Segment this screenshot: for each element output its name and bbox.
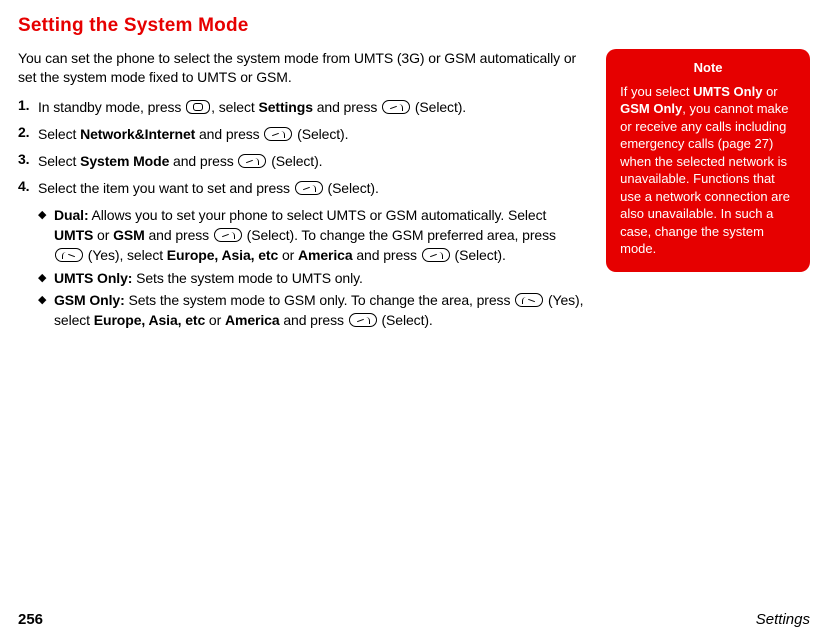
bold-text: Europe, Asia, etc [167,247,278,263]
text: If you select [620,84,693,99]
text: Sets the system mode to UMTS only. [132,270,362,286]
text: and press [353,247,421,263]
page-number: 256 [18,611,43,628]
bullet-gsm-only: ◆ GSM Only: Sets the system mode to GSM … [38,290,584,331]
bold-text: UMTS Only [693,84,762,99]
text: In standby mode, press [38,99,185,115]
step-number: 4. [18,178,38,194]
bold-text: Europe, Asia, etc [94,312,205,328]
bold-text: America [225,312,280,328]
text: Select [38,153,80,169]
step-number: 2. [18,124,38,140]
text: Allows you to set your phone to select U… [89,207,547,223]
step-text: In standby mode, press , select Settings… [38,97,466,118]
step-4: 4. Select the item you want to set and p… [18,178,584,199]
bold-text: UMTS Only: [54,270,132,286]
text: (Select). [451,247,506,263]
step-text: Select System Mode and press (Select). [38,151,322,172]
bullet-umts-only: ◆ UMTS Only: Sets the system mode to UMT… [38,268,584,288]
text: (Select). To change the GSM preferred ar… [243,227,556,243]
bold-text: Settings [258,99,312,115]
text: Select the item you want to set and pres… [38,180,294,196]
text: (Select). [293,126,348,142]
bullet-list: ◆ Dual: Allows you to set your phone to … [38,205,584,331]
bold-text: Network&Internet [80,126,195,142]
text: and press [313,99,381,115]
bold-text: UMTS [54,227,93,243]
text: or [93,227,113,243]
left-softkey-icon [264,127,292,141]
left-softkey-icon [238,154,266,168]
text: (Select). [324,180,379,196]
step-3: 3. Select System Mode and press (Select)… [18,151,584,172]
right-softkey-icon [515,293,543,307]
bullet-text: Dual: Allows you to set your phone to se… [54,205,584,266]
bold-text: GSM [113,227,145,243]
intro-text: You can set the phone to select the syst… [18,49,578,87]
text: or [205,312,225,328]
sidebar: Note If you select UMTS Only or GSM Only… [606,49,810,333]
text: and press [280,312,348,328]
bullet-text: UMTS Only: Sets the system mode to UMTS … [54,268,363,288]
step-number: 3. [18,151,38,167]
step-1: 1. In standby mode, press , select Setti… [18,97,584,118]
right-softkey-icon [55,248,83,262]
note-title: Note [620,59,796,77]
bold-text: Dual: [54,207,89,223]
bold-text: GSM Only: [54,292,125,308]
left-softkey-icon [295,181,323,195]
text: , select [211,99,258,115]
step-text: Select the item you want to set and pres… [38,178,379,199]
diamond-icon: ◆ [38,290,54,306]
left-softkey-icon [382,100,410,114]
text: Sets the system mode to GSM only. To cha… [125,292,514,308]
bullet-dual: ◆ Dual: Allows you to set your phone to … [38,205,584,266]
text: and press [195,126,263,142]
text: or [762,84,777,99]
note-box: Note If you select UMTS Only or GSM Only… [606,49,810,272]
text: (Select). [267,153,322,169]
main-content: You can set the phone to select the syst… [18,49,584,333]
diamond-icon: ◆ [38,268,54,284]
footer: 256 Settings [18,611,810,628]
text: and press [145,227,213,243]
center-button-icon [186,100,210,114]
text: (Yes), select [84,247,167,263]
bold-text: GSM Only [620,101,682,116]
left-softkey-icon [214,228,242,242]
section-name: Settings [756,611,810,628]
left-softkey-icon [422,248,450,262]
text: (Select). [411,99,466,115]
step-text: Select Network&Internet and press (Selec… [38,124,348,145]
text: or [278,247,298,263]
text: and press [169,153,237,169]
text: , you cannot make or receive any calls i… [620,101,790,256]
left-softkey-icon [349,313,377,327]
bullet-text: GSM Only: Sets the system mode to GSM on… [54,290,584,331]
diamond-icon: ◆ [38,205,54,221]
step-number: 1. [18,97,38,113]
bold-text: System Mode [80,153,169,169]
text: (Select). [378,312,433,328]
bold-text: America [298,247,353,263]
text: Select [38,126,80,142]
page-title: Setting the System Mode [18,15,810,37]
steps-list: 1. In standby mode, press , select Setti… [18,97,584,199]
step-2: 2. Select Network&Internet and press (Se… [18,124,584,145]
note-body: If you select UMTS Only or GSM Only, you… [620,83,796,258]
